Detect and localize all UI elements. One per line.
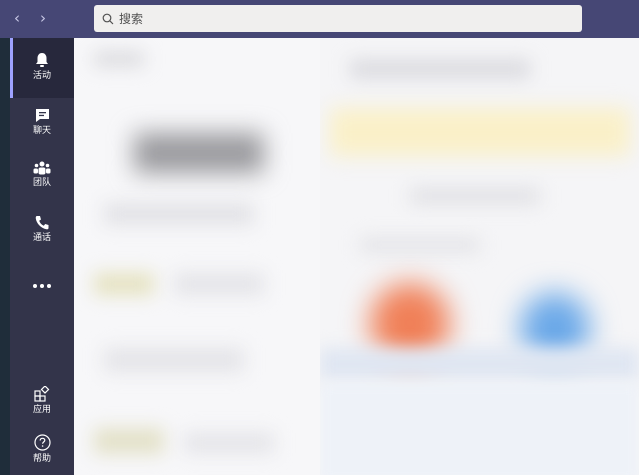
apps-icon	[34, 386, 50, 402]
blurred-feed-item	[94, 428, 164, 454]
teams-icon	[33, 161, 51, 175]
blurred-banner	[330, 108, 630, 156]
blurred-feed-item	[104, 348, 244, 372]
more-apps-button[interactable]	[10, 273, 74, 292]
search-placeholder: 搜索	[119, 12, 144, 26]
left-edge-rail	[0, 38, 10, 475]
sidebar-item-apps[interactable]: 应用	[10, 386, 74, 416]
search-icon	[102, 13, 114, 24]
history-nav: ‹ ›	[14, 8, 46, 28]
sidebar-item-calls[interactable]: 通话	[10, 215, 74, 244]
blurred-text	[360, 238, 480, 252]
blurred-feed-item	[184, 433, 274, 453]
sidebar-item-label: 通话	[32, 233, 51, 243]
blurred-feed-item	[134, 133, 264, 173]
sidebar-item-teams[interactable]: 团队	[10, 161, 74, 189]
sidebar-item-label: 帮助	[32, 454, 51, 464]
sidebar-item-activity[interactable]: 活动	[10, 38, 74, 98]
search-input[interactable]: 搜索	[94, 5, 582, 32]
blurred-title	[350, 60, 530, 78]
back-arrow-icon[interactable]: ‹	[14, 8, 20, 28]
blurred-text	[410, 188, 540, 204]
blurred-feed-item	[174, 273, 264, 295]
chat-icon	[35, 109, 49, 122]
sidebar-item-chat[interactable]: 聊天	[10, 108, 74, 137]
more-icon-dot	[47, 284, 51, 288]
forward-arrow-icon[interactable]: ›	[40, 8, 46, 28]
blurred-bottom-panel	[320, 383, 639, 475]
sidebar-item-label: 活动	[32, 71, 51, 81]
blurred-feed-item	[94, 273, 154, 295]
blurred-strip	[320, 348, 639, 380]
blurred-feed-item	[104, 203, 254, 225]
more-icon	[33, 284, 37, 288]
sidebar-item-label: 聊天	[32, 126, 51, 136]
sidebar-item-help[interactable]: 帮助	[10, 434, 74, 465]
activity-feed-list[interactable]	[74, 38, 320, 475]
bell-icon	[36, 53, 48, 67]
blurred-feed-header	[94, 52, 144, 66]
more-icon-dot	[40, 284, 44, 288]
title-bar: ‹ › 搜索	[0, 0, 639, 38]
sidebar-item-label: 应用	[32, 405, 51, 415]
phone-icon	[35, 216, 49, 230]
help-icon	[33, 434, 51, 451]
sidebar-item-label: 团队	[32, 178, 51, 188]
main-content-area	[320, 38, 639, 475]
